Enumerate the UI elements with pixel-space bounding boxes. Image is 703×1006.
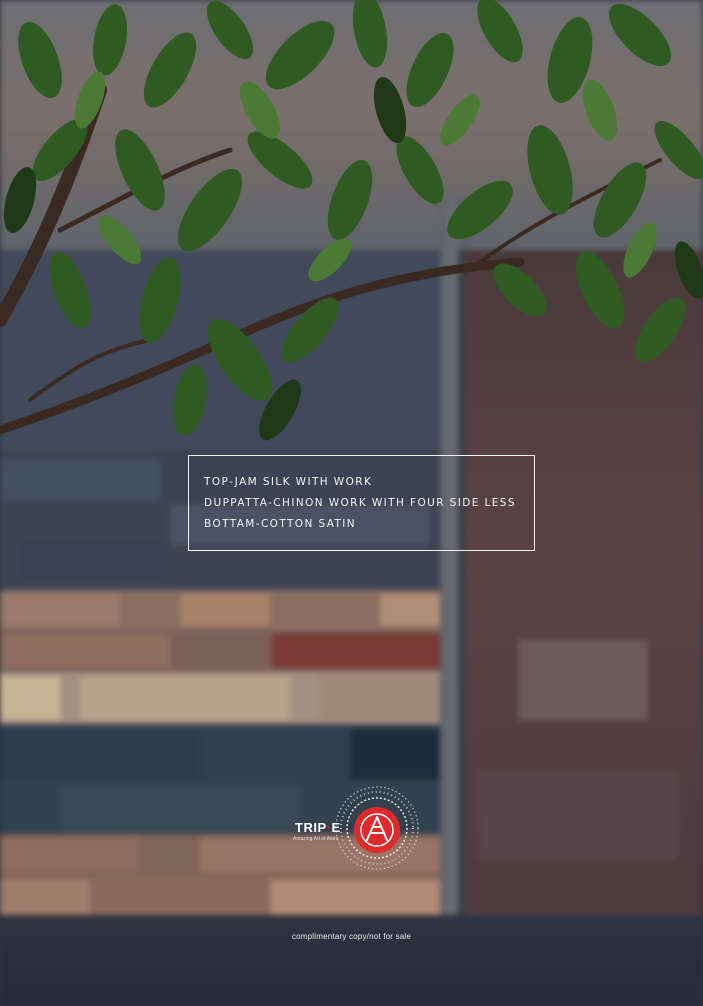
product-details-box: TOP-JAM SILK WITH WORK DUPPATTA-CHINON W… bbox=[188, 455, 535, 551]
top-fabric-text: TOP-JAM SILK WITH WORK bbox=[204, 476, 373, 488]
circle-emblem-icon bbox=[335, 786, 419, 870]
complimentary-copy-note: complimentary copy/not for sale bbox=[291, 932, 412, 941]
brand-logo: TRIP·E Amazing Art of Attire bbox=[293, 784, 423, 872]
duppatta-fabric-text: DUPPATTA-CHINON WORK WITH FOUR SIDE LESS bbox=[204, 497, 516, 509]
brand-wordmark-left: TRIP bbox=[295, 820, 327, 835]
catalog-page: TOP-JAM SILK WITH WORK DUPPATTA-CHINON W… bbox=[0, 0, 703, 1006]
brand-tagline: Amazing Art of Attire bbox=[293, 836, 339, 842]
bottom-fabric-text: BOTTAM-COTTON SATIN bbox=[204, 518, 357, 530]
